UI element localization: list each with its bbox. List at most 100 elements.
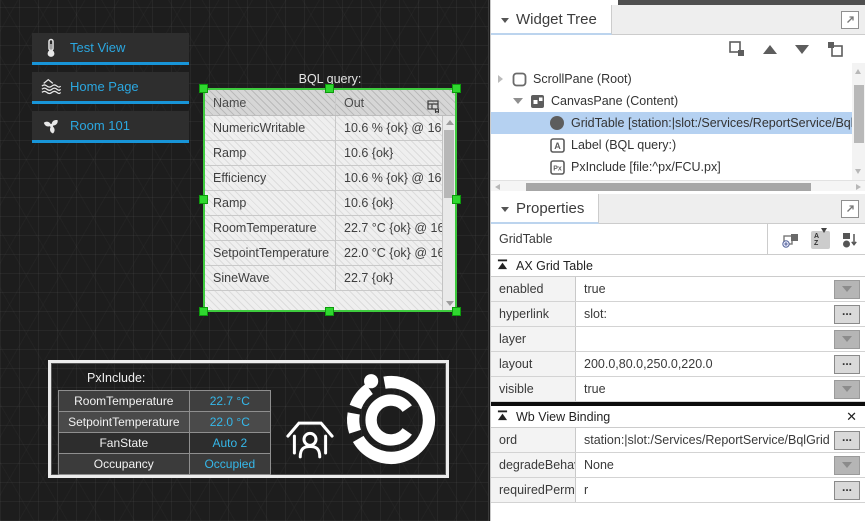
sort-by-kind-icon[interactable]	[842, 232, 857, 248]
px-editor-window: Test View Home Page Room 101 BQL query:	[0, 0, 865, 521]
expander-icon[interactable]	[495, 75, 505, 83]
ellipsis-button[interactable]: ...	[834, 355, 860, 374]
property-value[interactable]: slot:	[576, 302, 829, 326]
table-row: SetpointTemperature22.0 °C {ok} @ 16	[205, 241, 442, 266]
property-value[interactable]: true	[576, 377, 829, 401]
scroll-down-icon[interactable]	[446, 301, 454, 306]
dropdown-button[interactable]	[834, 280, 860, 299]
property-value[interactable]	[576, 327, 829, 351]
table-row: NumericWritable10.6 % {ok} @ 16	[205, 116, 442, 141]
nav-button-test-view[interactable]: Test View	[32, 33, 189, 65]
resize-handle[interactable]	[199, 195, 208, 204]
move-down-icon[interactable]	[795, 45, 809, 54]
px-row-label: RoomTemperature	[59, 391, 190, 412]
scroll-down-icon[interactable]	[855, 169, 861, 174]
resize-handle[interactable]	[325, 307, 334, 316]
tree-item-canvaspane[interactable]: CanvasPane (Content)	[491, 90, 852, 112]
tree-item-label-widget[interactable]: A Label (BQL query:)	[491, 134, 852, 156]
composite-add-icon[interactable]	[782, 232, 799, 248]
cell-out: 22.0 °C {ok} @ 16	[336, 241, 442, 265]
tree-item-label: ScrollPane (Root)	[533, 72, 632, 86]
cell-out: 22.7 {ok}	[336, 266, 442, 290]
tree-item-scrollpane[interactable]: ScrollPane (Root)	[491, 68, 852, 90]
cell-out: 10.6 {ok}	[336, 141, 442, 165]
tree-item-pxinclude[interactable]: Px PxInclude [file:^px/FCU.px]	[491, 156, 852, 178]
tree-item-label: PxInclude [file:^px/FCU.px]	[571, 160, 721, 174]
property-value[interactable]: r	[576, 478, 829, 502]
scroll-up-icon[interactable]	[446, 120, 454, 125]
resize-handle[interactable]	[452, 307, 461, 316]
table-row: SetpointTemperature 22.0 °C	[59, 412, 271, 433]
property-value[interactable]: true	[576, 277, 829, 301]
px-canvas[interactable]: Test View Home Page Room 101 BQL query:	[0, 0, 489, 521]
nav-button-home-page[interactable]: Home Page	[32, 72, 189, 104]
sort-alphabetical-icon[interactable]: AZ	[811, 231, 830, 249]
svg-text:Px: Px	[553, 165, 562, 172]
table-options-icon[interactable]	[427, 96, 439, 122]
gridtable-icon	[549, 115, 565, 131]
ellipsis-button[interactable]: ...	[834, 481, 860, 500]
px-row-value: Auto 2	[189, 433, 270, 454]
waves-icon	[41, 77, 61, 97]
move-up-icon[interactable]	[763, 45, 777, 54]
nav-button-room-101[interactable]: Room 101	[32, 111, 189, 143]
canvaspane-icon	[529, 94, 545, 109]
occupancy-house-icon	[284, 413, 336, 472]
cell-out: 10.6 % {ok} @ 16	[336, 166, 442, 190]
table-row: Ramp10.6 {ok}	[205, 191, 442, 216]
scroll-up-icon[interactable]	[855, 69, 861, 74]
property-label: layer	[491, 327, 576, 351]
widget-tree-toolbar	[491, 35, 865, 63]
popout-icon[interactable]	[841, 200, 859, 218]
tree-horizontal-scrollbar[interactable]	[491, 180, 865, 191]
resize-handle[interactable]	[452, 195, 461, 204]
ellipsis-button[interactable]: ...	[834, 431, 860, 450]
scroll-right-icon[interactable]	[856, 184, 861, 190]
collapse-section-icon[interactable]	[497, 410, 508, 424]
send-to-back-icon[interactable]	[729, 41, 745, 57]
az-top: A	[814, 233, 819, 240]
scrollbar-thumb[interactable]	[526, 183, 811, 191]
scroll-left-icon[interactable]	[495, 184, 500, 190]
property-value[interactable]: station:|slot:/Services/ReportService/Bq…	[576, 428, 829, 452]
tree-item-gridtable[interactable]: GridTable [station:|slot:/Services/Repor…	[491, 112, 852, 134]
cell-name: SineWave	[205, 266, 336, 290]
px-row-label: FanState	[59, 433, 190, 454]
tree-vertical-scrollbar[interactable]	[852, 63, 865, 180]
property-value[interactable]: 200.0,80.0,250.0,220.0	[576, 352, 829, 376]
dropdown-button[interactable]	[834, 330, 860, 349]
property-value[interactable]: None	[576, 453, 829, 477]
resize-handle[interactable]	[199, 307, 208, 316]
dropdown-button[interactable]	[834, 456, 860, 475]
resize-handle[interactable]	[325, 84, 334, 93]
nav-button-label: Room 101	[70, 118, 130, 133]
scrollpane-icon	[511, 72, 527, 87]
close-icon[interactable]: ✕	[846, 409, 857, 425]
ellipsis-button[interactable]: ...	[834, 305, 860, 324]
px-row-value: 22.0 °C	[189, 412, 270, 433]
property-label: visible	[491, 377, 576, 401]
popout-icon[interactable]	[841, 11, 859, 29]
cell-name: NumericWritable	[205, 116, 336, 140]
table-vertical-scrollbar[interactable]	[442, 116, 455, 310]
fan-icon	[41, 116, 61, 136]
expander-icon[interactable]	[513, 98, 523, 104]
px-include-widget[interactable]: PxInclude: RoomTemperature 22.7 °C Setpo…	[48, 360, 449, 478]
cell-name: Ramp	[205, 191, 336, 215]
bql-grid-table-widget[interactable]: Name Out NumericWritable10.6 % {ok} @ 16…	[203, 88, 457, 312]
chevron-down-icon	[501, 18, 509, 23]
table-row: Efficiency10.6 % {ok} @ 16	[205, 166, 442, 191]
resize-handle[interactable]	[452, 84, 461, 93]
scrollbar-thumb[interactable]	[854, 85, 864, 143]
scrollbar-thumb[interactable]	[444, 130, 454, 198]
tab-properties[interactable]: Properties	[491, 194, 599, 224]
bring-to-front-icon[interactable]	[827, 41, 843, 57]
dropdown-button[interactable]	[834, 380, 860, 399]
resize-handle[interactable]	[199, 84, 208, 93]
table-row: RoomTemperature22.7 °C {ok} @ 16	[205, 216, 442, 241]
property-label: enabled	[491, 277, 576, 301]
property-row-hyperlink: hyperlink slot: ...	[491, 302, 865, 327]
cell-name: SetpointTemperature	[205, 241, 336, 265]
tab-widget-tree[interactable]: Widget Tree	[491, 5, 612, 35]
collapse-section-icon[interactable]	[497, 259, 508, 273]
